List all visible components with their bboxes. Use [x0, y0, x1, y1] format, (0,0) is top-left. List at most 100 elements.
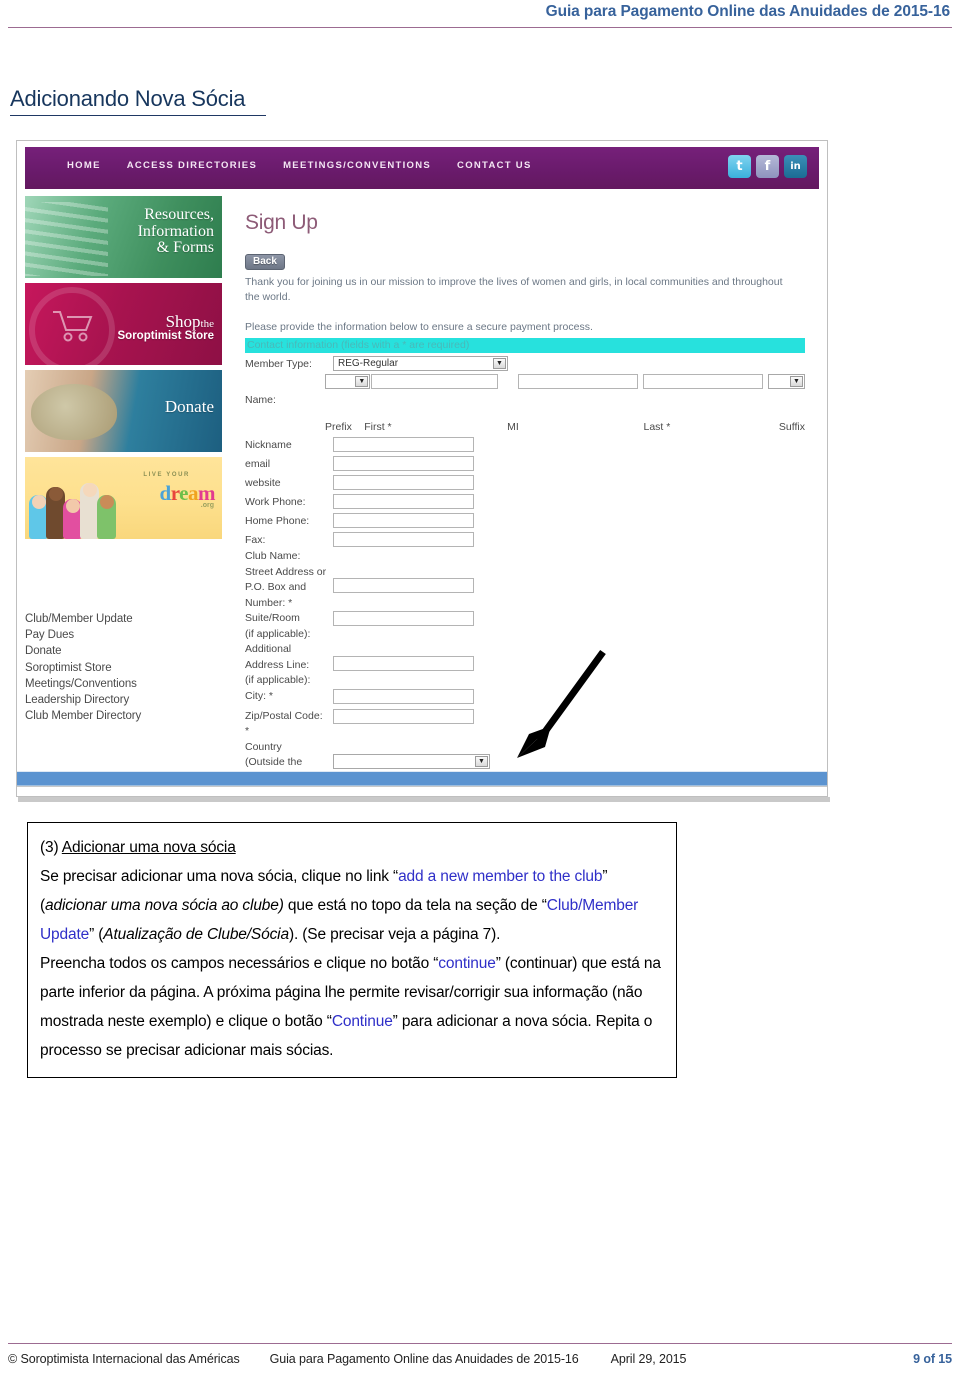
header-mi: MI — [507, 421, 519, 433]
chevron-down-icon: ▼ — [790, 376, 804, 387]
embedded-screenshot: HOME ACCESS DIRECTORIES MEETINGS/CONVENT… — [16, 140, 828, 797]
nav-item-meetings-conventions[interactable]: MEETINGS/CONVENTIONS — [283, 160, 431, 171]
field-row-work-phone: Work Phone: — [245, 492, 805, 511]
nickname-label: Nickname — [245, 438, 292, 451]
website-label: website — [245, 476, 281, 489]
left-link-donate[interactable]: Donate — [25, 643, 230, 659]
callout-paragraph-2: Preencha todos os campos necessários e c… — [40, 949, 664, 1065]
twitter-icon[interactable]: t — [728, 155, 751, 178]
header-first: First * — [364, 421, 392, 433]
nav-item-access-directories[interactable]: ACCESS DIRECTORIES — [127, 160, 257, 171]
left-link-club-member-update[interactable]: Club/Member Update — [25, 611, 230, 627]
page-title-underline — [10, 115, 266, 116]
callout-paragraph-1: Se precisar adicionar uma nova sócia, cl… — [40, 862, 664, 949]
website-input[interactable] — [333, 475, 474, 490]
country-select[interactable]: ▼ — [333, 753, 490, 769]
callout-seg-7: Atualização de Clube/Sócia — [103, 926, 289, 943]
header-suffix: Suffix — [778, 421, 805, 433]
zip-input[interactable] — [333, 708, 474, 724]
nav-item-home[interactable]: HOME — [67, 160, 101, 171]
callout-heading-text: Adicionar uma nova sócia — [61, 839, 236, 856]
suite-room-label: Suite/Room (if applicable): — [245, 612, 311, 640]
banner-donate-label: Donate — [164, 397, 214, 416]
callout-link-add-new-member: add a new member to the club — [398, 868, 603, 885]
document-header: Guia para Pagamento Online das Anuidades… — [0, 0, 960, 34]
first-name-input[interactable] — [371, 374, 499, 389]
name-column-headers: Prefix First * MI Last * Suffix — [245, 421, 805, 433]
nickname-input[interactable] — [333, 437, 474, 452]
banner-shop[interactable]: Shopthe Soroptimist Store — [25, 283, 222, 365]
fax-input[interactable] — [333, 532, 474, 547]
member-type-row: Member Type: REG-Regular ▼ — [245, 356, 805, 371]
scrollbar-track[interactable] — [17, 786, 827, 796]
banner-donate[interactable]: Donate — [25, 370, 222, 452]
dream-org-suffix: .org — [200, 502, 214, 509]
banner-shop-label: Shopthe Soroptimist Store — [118, 313, 214, 343]
city-input[interactable] — [333, 688, 474, 704]
contact-information-bar: Contact information (fields with a * are… — [245, 338, 805, 353]
screenshot-shadow — [18, 797, 830, 802]
footer-guide-title: Guia para Pagamento Online das Anuidades… — [269, 1352, 579, 1366]
footer-page-number: 9 of 15 — [913, 1352, 952, 1366]
home-phone-input[interactable] — [333, 513, 474, 528]
banner-resources-line1: Resources, — [144, 206, 214, 223]
instruction-callout: (3) Adicionar uma nova sócia Se precisar… — [27, 822, 677, 1078]
header-prefix: Prefix — [325, 421, 352, 433]
field-row-street-address: Club Name: Street Address or P.O. Box an… — [245, 549, 805, 611]
facebook-icon[interactable]: f — [756, 155, 779, 178]
work-phone-input[interactable] — [333, 494, 474, 509]
middle-initial-input[interactable] — [518, 374, 639, 389]
field-row-suite-room: Suite/Room (if applicable): — [245, 611, 805, 642]
banner-live-your-dream[interactable]: LIVE YOUR dream .org — [25, 457, 222, 539]
banner-resources[interactable]: Resources, Information & Forms — [25, 196, 222, 278]
street-address-input[interactable] — [333, 578, 474, 593]
footer-date: April 29, 2015 — [610, 1352, 687, 1366]
signup-heading: Sign Up — [245, 211, 318, 234]
left-link-meetings-conventions[interactable]: Meetings/Conventions — [25, 676, 230, 692]
suffix-select[interactable]: ▼ — [768, 374, 806, 389]
document-header-title: Guia para Pagamento Online das Anuidades… — [545, 3, 950, 20]
callout-link-continue-lower: continue — [438, 955, 496, 972]
page-title: Adicionando Nova Sócia — [10, 86, 246, 111]
field-row-zip: Zip/Postal Code: * — [245, 708, 805, 740]
prefix-select[interactable]: ▼ — [325, 374, 371, 389]
nav-item-list: HOME ACCESS DIRECTORIES MEETINGS/CONVENT… — [67, 160, 532, 171]
additional-address-input[interactable] — [333, 656, 474, 671]
last-name-input[interactable] — [643, 374, 764, 389]
back-button[interactable]: Back — [245, 254, 285, 270]
dream-tagline: LIVE YOUR — [143, 472, 190, 478]
shopping-cart-icon — [53, 311, 93, 342]
city-label: City: * — [245, 689, 274, 702]
field-row-city: City: * — [245, 688, 805, 709]
callout-heading: (3) Adicionar uma nova sócia — [40, 833, 664, 862]
women-illustration — [29, 473, 121, 539]
fax-label: Fax: — [245, 533, 266, 546]
left-link-pay-dues[interactable]: Pay Dues — [25, 627, 230, 643]
nav-item-contact-us[interactable]: CONTACT US — [457, 160, 532, 171]
work-phone-label: Work Phone: — [245, 495, 306, 508]
document-footer: © Soroptimista Internacional das América… — [8, 1352, 952, 1366]
horizontal-scrollbar[interactable] — [17, 771, 827, 786]
footer-divider — [8, 1343, 952, 1344]
callout-seg-9: Preencha todos os campos necessários e c… — [40, 955, 439, 972]
member-type-select[interactable]: REG-Regular ▼ — [333, 356, 508, 371]
header-divider — [8, 27, 952, 28]
suite-room-input[interactable] — [333, 611, 474, 626]
banner-resources-line2: Information — [137, 222, 214, 240]
home-phone-label: Home Phone: — [245, 514, 310, 527]
callout-link-continue-upper: Continue — [331, 1013, 393, 1030]
callout-seg-8: ). (Se precisar veja a página 7). — [288, 926, 501, 943]
site-left-column: Resources, Information & Forms Shopthe S… — [25, 196, 222, 722]
thanks-text: Thank you for joining us in our mission … — [245, 276, 783, 303]
chevron-down-icon: ▼ — [475, 755, 488, 767]
field-row-website: website — [245, 473, 805, 492]
left-link-club-member-directory[interactable]: Club Member Directory — [25, 708, 230, 724]
linkedin-icon[interactable]: in — [784, 155, 807, 178]
left-link-soroptimist-store[interactable]: Soroptimist Store — [25, 660, 230, 676]
email-input[interactable] — [333, 456, 474, 471]
left-link-leadership-directory[interactable]: Leadership Directory — [25, 692, 230, 708]
callout-seg-3: adicionar uma nova sócia ao clube) — [45, 897, 284, 914]
member-type-value: REG-Regular — [338, 358, 399, 369]
street-address-label: Club Name: Street Address or P.O. Box an… — [245, 550, 327, 609]
callout-heading-number: (3) — [40, 839, 62, 856]
